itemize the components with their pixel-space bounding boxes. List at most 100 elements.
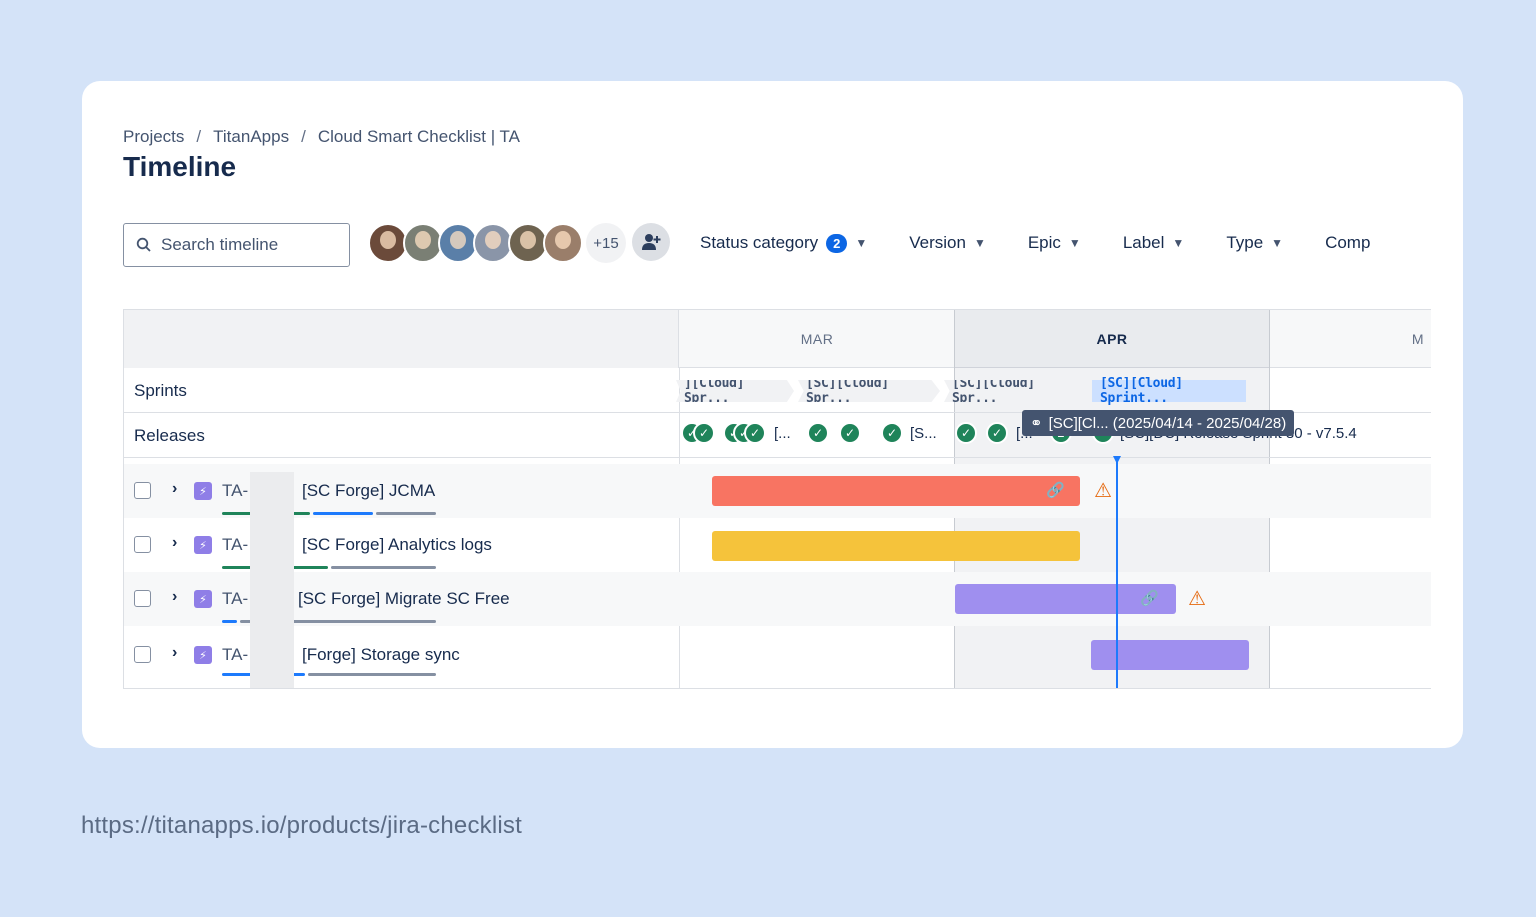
release-check-icon[interactable]: ✓ — [693, 422, 715, 444]
link-icon[interactable]: 🔗 — [1046, 481, 1065, 499]
month-apr: APR — [1096, 331, 1128, 347]
link-icon[interactable]: 🔗 — [1140, 589, 1159, 607]
filter-count-badge: 2 — [826, 233, 848, 253]
tooltip-text: [SC][Cl... (2025/04/14 - 2025/04/28) — [1048, 414, 1287, 432]
chevron-right-icon[interactable]: › — [172, 588, 177, 606]
avatar[interactable] — [473, 223, 513, 263]
today-marker — [1116, 458, 1118, 688]
warning-icon[interactable]: ⚠ — [1188, 586, 1206, 611]
filter-epic[interactable]: Epic ▼ — [1028, 233, 1081, 253]
chevron-down-icon: ▼ — [1172, 236, 1185, 250]
chevron-down-icon: ▼ — [1271, 236, 1284, 250]
issue-key[interactable]: TA- — [222, 535, 248, 555]
header-left-panel — [124, 310, 679, 368]
issue-key[interactable]: TA- — [222, 589, 248, 609]
breadcrumb: Projects / TitanApps / Cloud Smart Check… — [123, 127, 520, 147]
sprint-chip[interactable]: [SC][Cloud] Spr... — [944, 380, 1086, 402]
page-title: Timeline — [123, 151, 237, 182]
avatar[interactable] — [403, 223, 443, 263]
filter-label: Epic — [1027, 233, 1061, 252]
issue-summary[interactable]: [Forge] Storage sync — [302, 645, 460, 665]
timeline-grid: MAR APR M Sprints ][Cloud] Spr... [SC][C… — [123, 309, 1431, 689]
avatar-group: +15 — [368, 223, 626, 263]
row-checkbox[interactable] — [134, 482, 151, 499]
row-checkbox[interactable] — [134, 536, 151, 553]
release-check-icon[interactable]: ✓ — [807, 422, 829, 444]
timeline-card: Projects / TitanApps / Cloud Smart Check… — [82, 81, 1463, 748]
filter-status-category[interactable]: Status category 2 ▼ — [700, 233, 867, 253]
chevron-down-icon: ▼ — [855, 236, 868, 250]
sprint-chip[interactable]: ][Cloud] Spr... — [676, 380, 794, 402]
search-box[interactable] — [123, 223, 350, 267]
issue-summary[interactable]: [SC Forge] JCMA — [302, 481, 435, 501]
issue-summary[interactable]: [SC Forge] Migrate SC Free — [298, 589, 510, 609]
sprint-chip[interactable]: [SC][Cloud] Spr... — [798, 380, 940, 402]
table-row[interactable]: › ⚡ TA- [SC Forge] JCMA 🔗 ⚠ — [124, 464, 1431, 518]
timeline-bar[interactable] — [1091, 640, 1249, 670]
filter-label: Comp — [1325, 233, 1371, 252]
more-avatars-button[interactable]: +15 — [586, 223, 626, 263]
table-row[interactable]: › ⚡ TA- [SC Forge] Migrate SC Free 🔗 ⚠ — [124, 572, 1431, 626]
sprint-icon: ⚭ — [1030, 415, 1043, 432]
add-user-icon — [642, 234, 661, 250]
progress-todo — [376, 512, 436, 515]
chevron-right-icon[interactable]: › — [172, 644, 177, 662]
add-people-button[interactable] — [632, 223, 670, 261]
chevron-right-icon[interactable]: › — [172, 534, 177, 552]
epic-icon: ⚡ — [194, 482, 212, 500]
releases-row-label: Releases — [134, 426, 205, 445]
breadcrumb-projects[interactable]: Projects — [123, 127, 184, 147]
epic-icon: ⚡ — [194, 536, 212, 554]
month-may: M — [1411, 331, 1425, 347]
footer-url: https://titanapps.io/products/jira-check… — [81, 812, 522, 839]
filter-label: Status category — [700, 233, 819, 252]
progress-todo — [308, 673, 436, 676]
breadcrumb-separator: / — [301, 127, 306, 146]
release-label[interactable]: [S... — [910, 425, 937, 442]
breadcrumb-project[interactable]: Cloud Smart Checklist | TA — [318, 127, 520, 147]
filter-label: Version — [909, 233, 966, 252]
filter-type[interactable]: Type ▼ — [1226, 233, 1283, 253]
sprint-chip-active[interactable]: [SC][Cloud] Sprint... — [1092, 376, 1246, 406]
chevron-down-icon: ▼ — [973, 236, 986, 250]
progress-todo — [331, 566, 436, 569]
release-check-icon[interactable]: ✓ — [955, 422, 977, 444]
row-divider — [124, 457, 1431, 458]
release-check-icon[interactable]: ✓ — [986, 422, 1008, 444]
redacted-block — [250, 472, 294, 688]
filter-bar: Status category 2 ▼ Version ▼ Epic ▼ Lab… — [700, 233, 1412, 253]
month-mar: MAR — [800, 331, 834, 347]
avatar[interactable] — [438, 223, 478, 263]
progress-in-progress — [313, 512, 373, 515]
timeline-bar[interactable] — [712, 476, 1080, 506]
filter-label-text: Label — [1122, 233, 1165, 252]
issue-key[interactable]: TA- — [222, 481, 248, 501]
release-check-icon[interactable]: ✓ — [839, 422, 861, 444]
search-icon — [136, 237, 151, 252]
chevron-right-icon[interactable]: › — [172, 480, 177, 498]
issue-summary[interactable]: [SC Forge] Analytics logs — [302, 535, 492, 555]
epic-icon: ⚡ — [194, 590, 212, 608]
sprint-tooltip: ⚭ [SC][Cl... (2025/04/14 - 2025/04/28) — [1022, 410, 1295, 436]
epic-icon: ⚡ — [194, 646, 212, 664]
breadcrumb-titanapps[interactable]: TitanApps — [213, 127, 289, 147]
avatar[interactable] — [368, 223, 408, 263]
filter-component[interactable]: Comp — [1325, 233, 1370, 253]
table-row[interactable]: › ⚡ TA- [SC Forge] Analytics logs — [124, 518, 1431, 572]
breadcrumb-separator: / — [196, 127, 202, 146]
sprints-row-label: Sprints — [134, 381, 187, 400]
release-check-icon[interactable]: ✓ — [881, 422, 903, 444]
search-input[interactable] — [161, 235, 336, 255]
row-checkbox[interactable] — [134, 590, 151, 607]
filter-version[interactable]: Version ▼ — [909, 233, 986, 253]
table-row[interactable]: › ⚡ TA- [Forge] Storage sync — [124, 626, 1431, 680]
timeline-bar[interactable] — [712, 531, 1080, 561]
avatar[interactable] — [508, 223, 548, 263]
release-check-icon[interactable]: ✓ — [744, 422, 766, 444]
release-label[interactable]: [... — [774, 425, 791, 442]
filter-label[interactable]: Label ▼ — [1123, 233, 1185, 253]
issue-key[interactable]: TA- — [222, 645, 248, 665]
warning-icon[interactable]: ⚠ — [1094, 478, 1112, 503]
row-checkbox[interactable] — [134, 646, 151, 663]
avatar[interactable] — [543, 223, 583, 263]
